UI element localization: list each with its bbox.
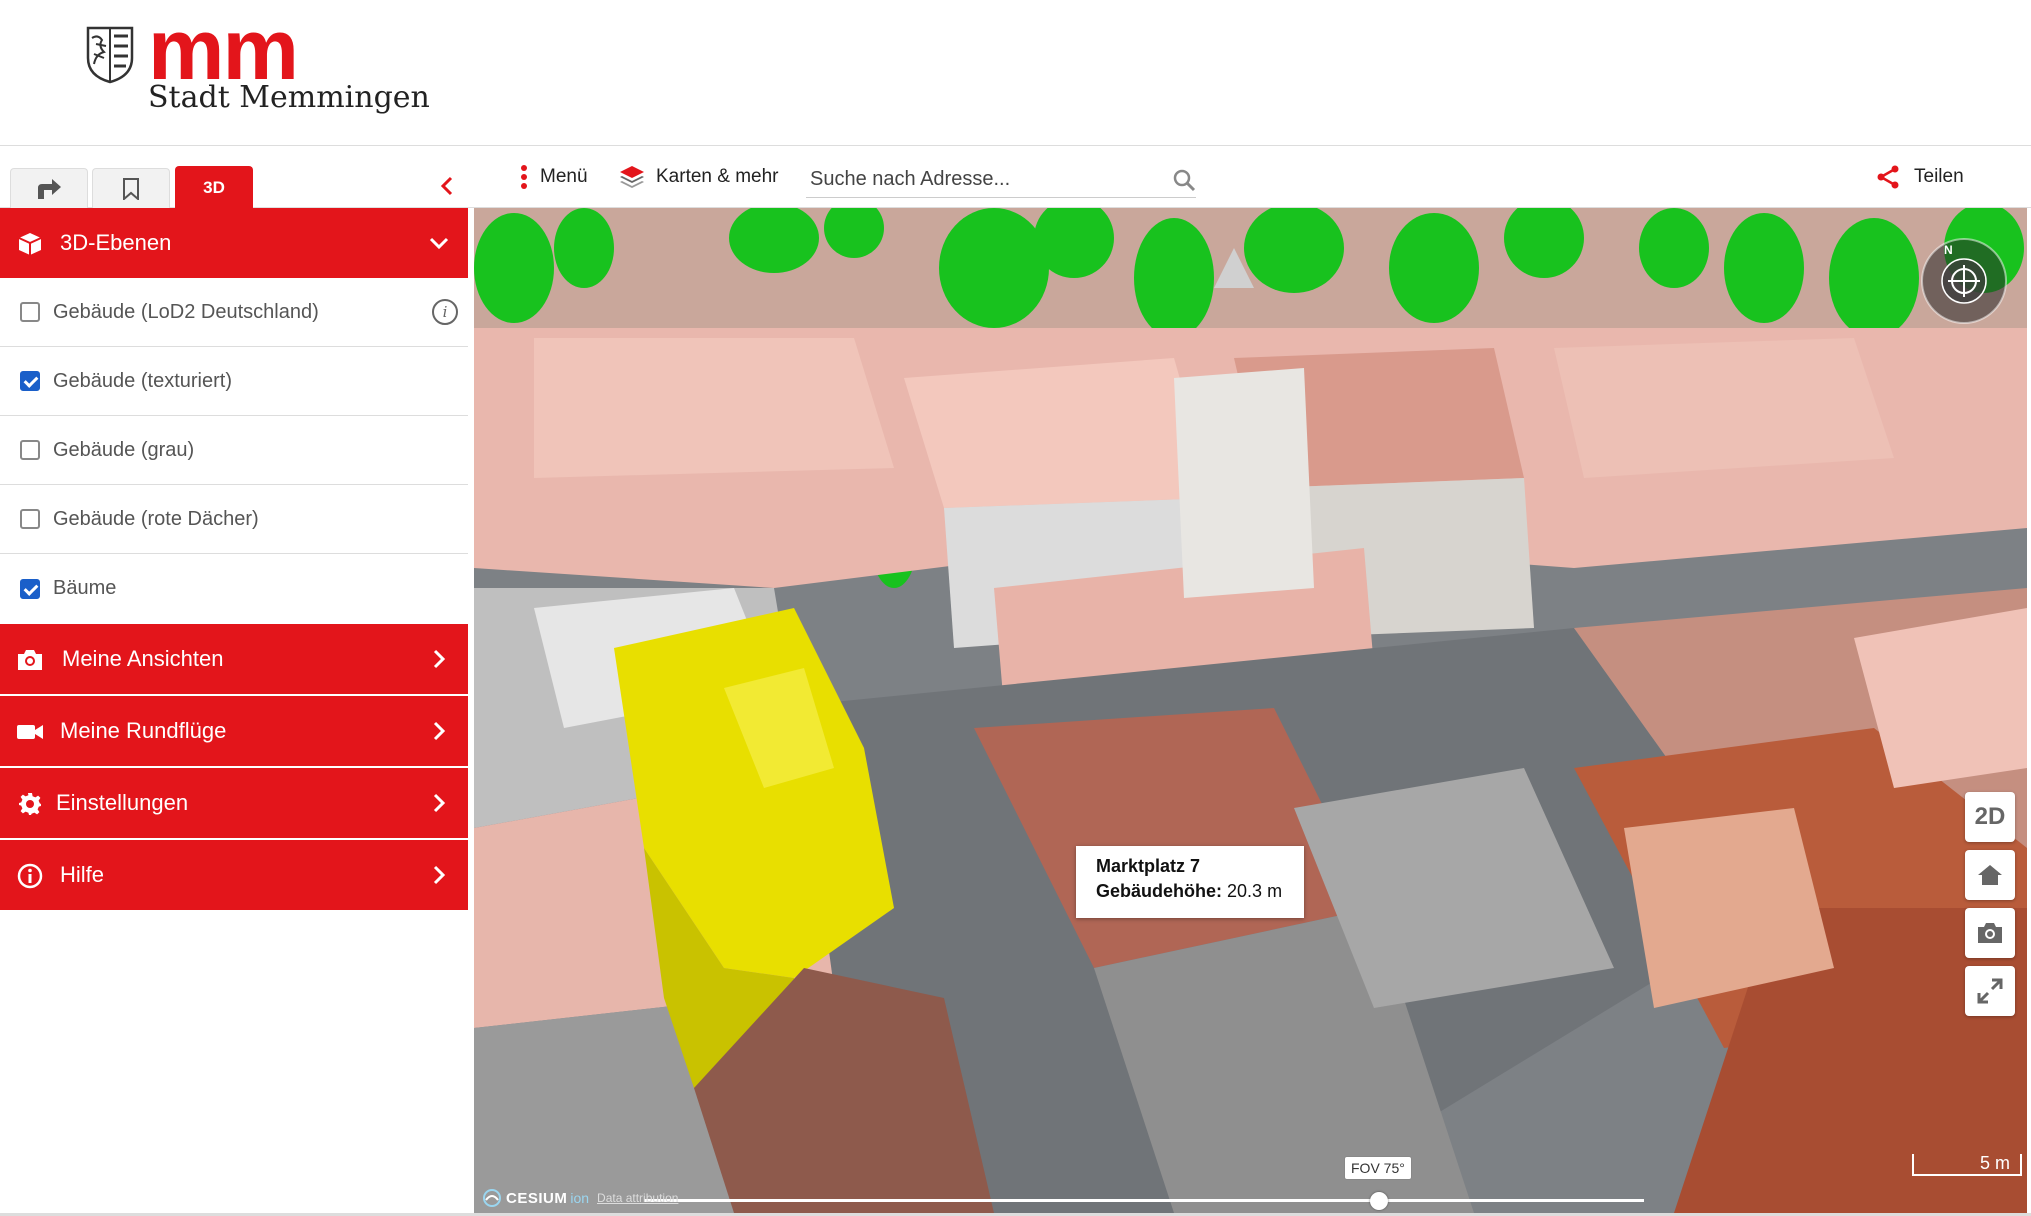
sidebar-tabs: 3D (0, 146, 470, 208)
city-3d-scene (474, 208, 2027, 1213)
share-label: Teilen (1914, 166, 1964, 187)
info-icon (16, 862, 44, 890)
layers-panel-title: 3D-Ebenen (60, 230, 172, 255)
chevron-down-icon (426, 230, 452, 256)
toolbar: Menü Karten & mehr Teilen (470, 146, 2031, 208)
search-input[interactable] (806, 160, 1156, 198)
kebab-menu-icon (521, 165, 527, 189)
share-arrow-icon (38, 178, 61, 199)
expand-icon (1977, 978, 2003, 1004)
tab-bookmarks[interactable] (92, 168, 170, 208)
compass-icon[interactable]: N (1919, 236, 2009, 326)
chevron-right-icon (426, 718, 452, 744)
layers-panel-header[interactable]: 3D-Ebenen (0, 208, 468, 278)
building-info-tooltip: Marktplatz 7 Gebäudehöhe: 20.3 m (1076, 846, 1304, 918)
cesium-label: CESIUM (506, 1189, 568, 1207)
layer-row-trees[interactable]: Bäume (0, 554, 468, 623)
cube-icon (16, 230, 44, 258)
maps-label: Karten & mehr (656, 166, 779, 187)
cesium-ion-label: ion (570, 1190, 590, 1206)
address-search (806, 160, 1196, 198)
layer-checkbox[interactable] (20, 509, 40, 529)
sidebar: 3D 3D-Ebenen Gebäude (LoD2 Deutschland) … (0, 146, 470, 1216)
share-icon (1877, 165, 1899, 189)
share-button[interactable]: Teilen (1876, 146, 1964, 208)
layer-checkbox[interactable] (20, 371, 40, 391)
menu-label: Menü (540, 166, 588, 187)
layer-label: Gebäude (rote Dächer) (53, 507, 259, 530)
chevron-right-icon (426, 646, 452, 672)
tooltip-height: Gebäudehöhe: 20.3 m (1096, 881, 1284, 902)
cesium-logo-icon (483, 1189, 501, 1207)
scale-bar: 5 m (1912, 1154, 2022, 1176)
fov-label: FOV 75° (1344, 1156, 1412, 1180)
camera-icon (16, 646, 44, 674)
collapse-sidebar-button[interactable] (432, 166, 462, 206)
layer-label: Gebäude (LoD2 Deutschland) (53, 300, 319, 323)
2d-toggle-button[interactable]: 2D (1965, 792, 2015, 842)
video-camera-icon (16, 718, 44, 746)
fov-slider-track[interactable] (644, 1199, 1644, 1202)
tooltip-height-value: 20.3 m (1227, 881, 1283, 901)
attribution: CESIUM ion Data attribution (482, 1186, 678, 1210)
my-views-panel-header[interactable]: Meine Ansichten (0, 624, 468, 694)
data-attribution-link[interactable]: Data attribution (597, 1191, 678, 1205)
chevron-right-icon (426, 862, 452, 888)
layer-row-grey[interactable]: Gebäude (grau) (0, 416, 468, 485)
help-title: Hilfe (60, 862, 105, 887)
header: mm Stadt Memmingen (0, 0, 2031, 146)
layer-row-textured[interactable]: Gebäude (texturiert) (0, 347, 468, 416)
tab-3d[interactable]: 3D (175, 166, 253, 208)
my-views-title: Meine Ansichten (62, 646, 224, 671)
layer-checkbox[interactable] (20, 302, 40, 322)
fullscreen-button[interactable] (1965, 966, 2015, 1016)
bookmark-icon (123, 177, 139, 200)
layer-checkbox[interactable] (20, 578, 40, 599)
tooltip-address: Marktplatz 7 (1096, 856, 1201, 876)
search-icon[interactable] (1172, 168, 1196, 192)
home-button[interactable] (1965, 850, 2015, 900)
camera-icon (1978, 923, 2002, 943)
compass-north-label: N (1944, 243, 1953, 257)
my-flights-title: Meine Rundflüge (60, 718, 227, 743)
settings-title: Einstellungen (56, 790, 189, 815)
layer-row-lod2[interactable]: Gebäude (LoD2 Deutschland) i (0, 278, 468, 347)
screenshot-button[interactable] (1965, 908, 2015, 958)
layer-row-red-roofs[interactable]: Gebäude (rote Dächer) (0, 485, 468, 554)
maps-button[interactable]: Karten & mehr (618, 146, 779, 208)
city-name: Stadt Memmingen (148, 80, 430, 115)
layer-label: Bäume (53, 577, 117, 599)
settings-panel-header[interactable]: Einstellungen (0, 768, 468, 838)
info-icon[interactable]: i (432, 299, 458, 325)
layer-checkbox[interactable] (20, 440, 40, 460)
gear-icon (16, 790, 44, 818)
3d-map-view[interactable]: N 2D Marktplatz 7 Gebäudehöhe: 20.3 m FO… (474, 208, 2027, 1213)
home-icon (1978, 865, 2002, 885)
tooltip-height-label: Gebäudehöhe: (1096, 881, 1223, 901)
tab-routing[interactable] (10, 168, 88, 208)
menu-button[interactable]: Menü (520, 146, 588, 208)
layers-icon (620, 166, 644, 188)
coat-of-arms-icon (86, 26, 134, 84)
fov-slider-handle[interactable] (1370, 1192, 1388, 1210)
layer-label: Gebäude (grau) (53, 438, 195, 461)
layer-label: Gebäude (texturiert) (53, 369, 232, 392)
chevron-right-icon (426, 790, 452, 816)
app-root: mm Stadt Memmingen 3D 3D-Ebenen Gebäude … (0, 0, 2031, 1216)
my-flights-panel-header[interactable]: Meine Rundflüge (0, 696, 468, 766)
chevron-left-icon (440, 176, 453, 196)
city-logo[interactable]: mm Stadt Memmingen (84, 2, 430, 122)
help-panel-header[interactable]: Hilfe (0, 840, 468, 910)
